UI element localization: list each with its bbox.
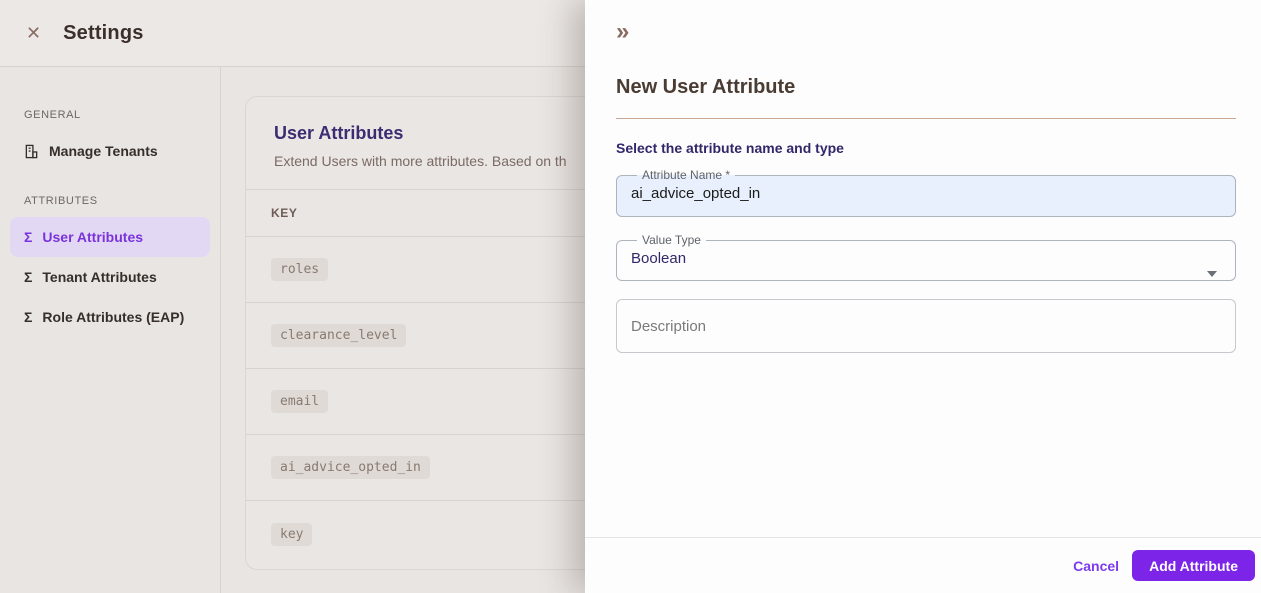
settings-sidebar: GENERAL Manage Tenants ATTRIBUTES Σ User… xyxy=(0,67,221,593)
drawer-footer: Cancel Add Attribute xyxy=(585,537,1261,593)
value-type-label: Value Type xyxy=(642,233,701,247)
sidebar-item-tenant-attributes[interactable]: Σ Tenant Attributes xyxy=(10,257,210,297)
attribute-name-input[interactable] xyxy=(631,183,1221,202)
attribute-name-label: Attribute Name * xyxy=(642,168,731,182)
attribute-key-chip: roles xyxy=(271,258,329,281)
drawer-divider xyxy=(616,118,1236,119)
sigma-icon: Σ xyxy=(24,269,33,285)
value-type-selected-value: Boolean xyxy=(631,250,687,267)
chevron-down-icon xyxy=(1207,271,1217,277)
attribute-key-chip: key xyxy=(271,522,313,546)
cancel-button[interactable]: Cancel xyxy=(1073,558,1119,574)
sidebar-item-role-attributes[interactable]: Σ Role Attributes (EAP) xyxy=(10,297,210,337)
description-input[interactable] xyxy=(631,317,1221,335)
sidebar-item-label: Tenant Attributes xyxy=(42,269,157,285)
chevron-double-right-icon[interactable]: » xyxy=(616,20,640,44)
drawer-title: New User Attribute xyxy=(616,76,796,98)
attribute-key-chip: email xyxy=(271,390,329,413)
sidebar-item-user-attributes[interactable]: Σ User Attributes xyxy=(10,217,210,257)
attribute-key-chip: clearance_level xyxy=(271,324,407,347)
sidebar-section-general: GENERAL xyxy=(24,109,81,121)
sidebar-item-label: User Attributes xyxy=(42,229,144,245)
attribute-key-chip: ai_advice_opted_in xyxy=(271,456,430,479)
attribute-name-field[interactable]: Attribute Name * xyxy=(616,168,1236,217)
sidebar-item-manage-tenants[interactable]: Manage Tenants xyxy=(10,131,210,171)
sidebar-section-attributes: ATTRIBUTES xyxy=(24,195,98,207)
sigma-icon: Σ xyxy=(24,229,33,245)
description-field[interactable] xyxy=(616,299,1236,353)
sigma-icon: Σ xyxy=(24,309,33,325)
value-type-select[interactable]: Value Type Boolean xyxy=(616,233,1236,281)
drawer-section-heading: Select the attribute name and type xyxy=(616,140,844,156)
new-user-attribute-drawer: » New User Attribute Select the attribut… xyxy=(585,0,1261,593)
page-title: Settings xyxy=(63,21,144,44)
building-icon xyxy=(24,144,39,159)
sidebar-item-label: Role Attributes (EAP) xyxy=(42,309,185,325)
add-attribute-button[interactable]: Add Attribute xyxy=(1132,550,1255,581)
close-icon[interactable]: ✕ xyxy=(26,24,41,42)
sidebar-item-label: Manage Tenants xyxy=(49,143,158,159)
